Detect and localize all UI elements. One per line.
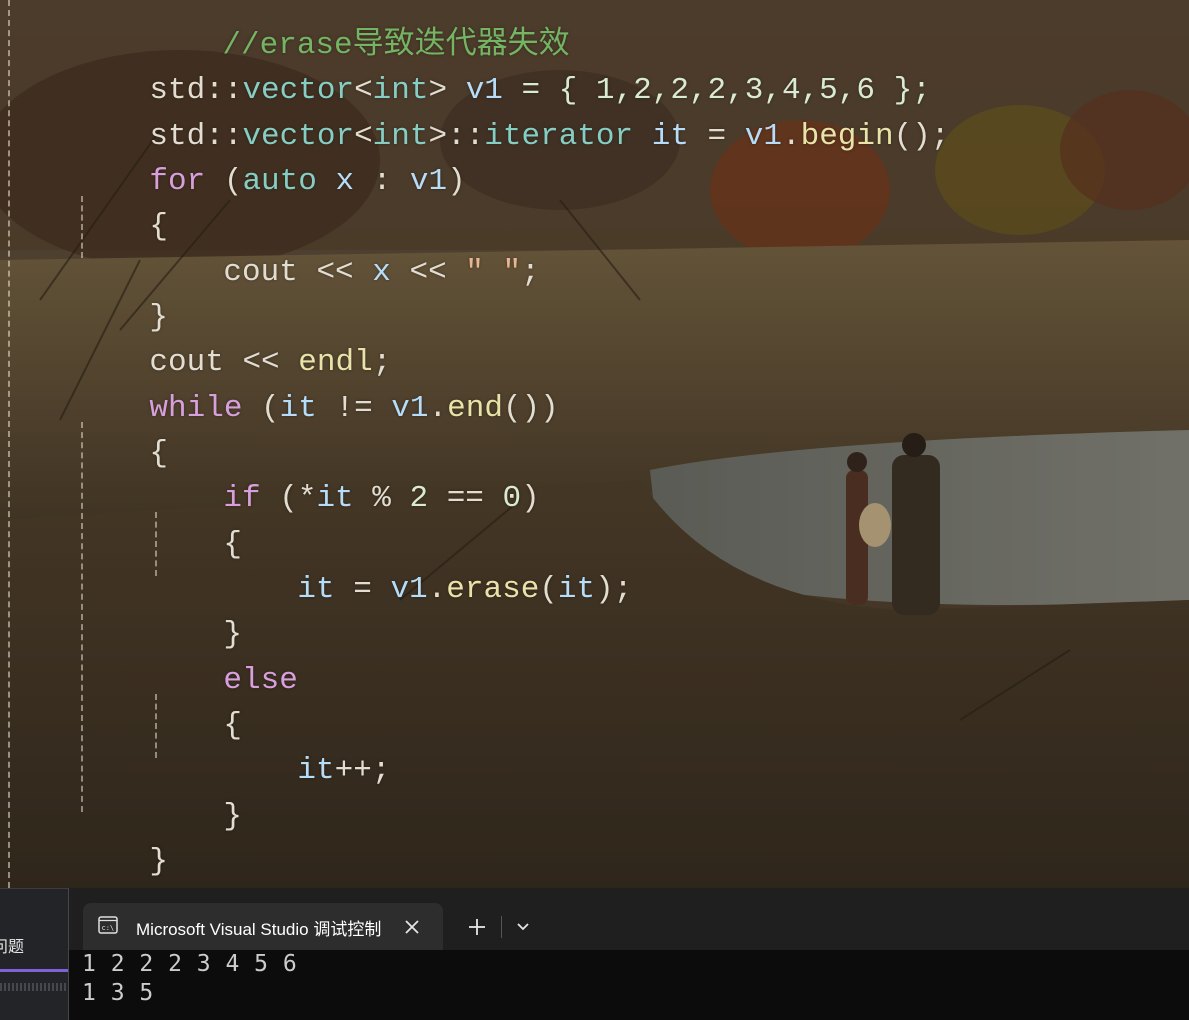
code-editor[interactable]: //erase导致迭代器失效 std::vector<int> v1 = { 1… <box>0 0 1189 888</box>
code-line-7: cout << endl; <box>75 295 391 380</box>
titlebar-separator <box>501 916 502 938</box>
token: 0 <box>502 481 522 516</box>
new-tab-button[interactable] <box>463 913 491 941</box>
token: v1 <box>390 572 428 607</box>
token: : <box>354 164 410 199</box>
plus-icon <box>469 919 485 935</box>
token: end <box>447 391 503 426</box>
token: erase <box>446 572 540 607</box>
tab-problems-label: 问题 <box>0 937 25 956</box>
token: v1 <box>409 164 448 199</box>
editor-gutter-guide <box>8 0 10 888</box>
code-line-18: } <box>75 794 168 879</box>
token: (* <box>260 481 317 516</box>
token: == <box>428 481 503 516</box>
token: begin <box>800 119 894 154</box>
token: it <box>316 481 354 516</box>
terminal-output[interactable]: 1 2 2 2 3 4 5 6 1 3 5 <box>69 950 1189 1020</box>
token: " " <box>465 255 522 290</box>
debug-console-window[interactable]: c:\ Microsoft Visual Studio 调试控制台 1 2 2 … <box>68 888 1189 1020</box>
token: it <box>279 391 317 426</box>
svg-text:c:\: c:\ <box>102 924 115 932</box>
code-line-15: { <box>149 658 242 743</box>
token: x <box>335 164 355 199</box>
token: % <box>353 481 410 516</box>
token: ) <box>447 164 466 199</box>
token: it <box>557 572 596 607</box>
token: . <box>428 391 448 426</box>
token: ( <box>205 164 243 199</box>
terminal-titlebar: c:\ Microsoft Visual Studio 调试控制台 <box>69 888 1189 950</box>
output-line: 1 3 5 <box>82 980 154 1006</box>
tab-dropdown-button[interactable] <box>509 913 537 941</box>
token: it <box>651 119 689 154</box>
token: ( <box>242 391 280 426</box>
code-line-9: { <box>75 386 168 471</box>
token: auto <box>242 164 317 199</box>
token: (); <box>893 119 950 154</box>
token: x <box>372 255 391 290</box>
output-line: 1 2 2 2 3 4 5 6 <box>82 951 298 977</box>
terminal-tab-title: Microsoft Visual Studio 调试控制台 <box>136 920 383 939</box>
token: . <box>427 572 447 607</box>
token: << <box>390 255 466 290</box>
code-line-6: } <box>75 250 168 335</box>
active-tab-indicator <box>0 969 68 972</box>
ide-bottom-panel: 问题 <box>0 888 68 1020</box>
token: it <box>297 572 335 607</box>
token: = <box>688 119 745 154</box>
token: ()) <box>502 391 559 426</box>
chevron-down-icon <box>517 923 529 931</box>
close-icon[interactable] <box>398 913 426 941</box>
token: } <box>223 799 243 834</box>
code-line-1: std::vector<int> v1 = { 1,2,2,2,3,4,5,6 … <box>75 23 930 108</box>
tab-problems[interactable]: 问题 <box>0 933 68 957</box>
code-line-12: it = v1.erase(it); <box>223 522 632 607</box>
token: 2 <box>409 481 429 516</box>
token: it <box>297 753 335 788</box>
token: ( <box>539 572 558 607</box>
token: ++; <box>334 753 391 788</box>
console-icon: c:\ <box>98 916 118 934</box>
code-line-3: for (auto x : v1) <box>75 114 465 199</box>
token: v1 <box>744 119 782 154</box>
terminal-tab[interactable]: c:\ Microsoft Visual Studio 调试控制台 <box>83 903 443 950</box>
code-line-4: { <box>75 159 168 244</box>
token: cout <box>223 255 298 290</box>
code-line-comment: //erase导致迭代器失效 <box>148 0 569 63</box>
code-line-19: for (auto e : v1) <box>75 840 466 885</box>
token: v1 <box>391 391 429 426</box>
code-line-2: std::vector<int>::iterator it = v1.begin… <box>75 69 949 154</box>
token: ); <box>595 572 633 607</box>
code-line-13: } <box>149 567 242 652</box>
code-line-10: if (*it % 2 == 0) <box>149 431 539 516</box>
token: ) <box>521 481 540 516</box>
code-line-5: cout << x << " "; <box>149 205 539 290</box>
panel-scrollbar[interactable] <box>0 983 68 991</box>
token: = <box>334 572 391 607</box>
token: << <box>297 255 373 290</box>
token: != <box>316 391 392 426</box>
code-line-17: } <box>149 749 242 834</box>
code-line-8: while (it != v1.end()) <box>75 341 558 426</box>
token: ; <box>521 255 540 290</box>
code-line-11: { <box>149 477 242 562</box>
code-line-14: else <box>149 613 297 698</box>
code-line-16: it++; <box>223 703 390 788</box>
token: . <box>781 119 801 154</box>
token: iterator <box>484 119 634 154</box>
